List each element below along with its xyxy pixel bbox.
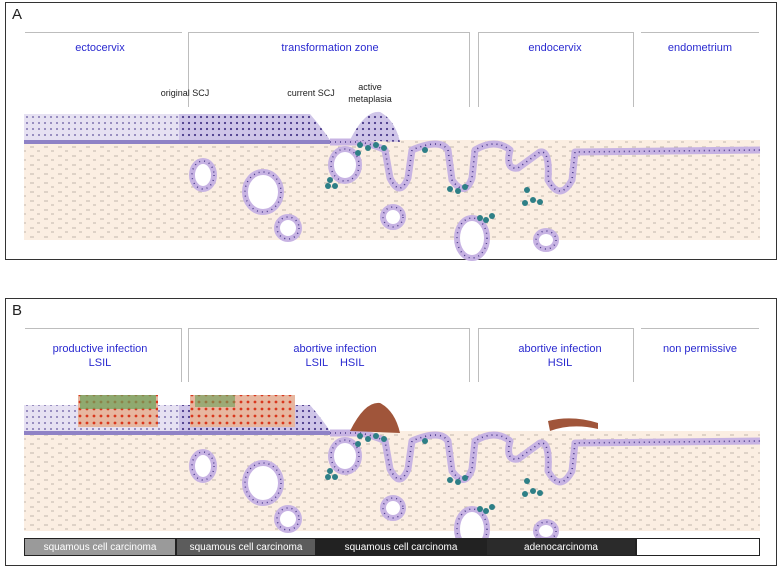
basal-layer — [24, 140, 332, 144]
region-nonpermissive: non permissive — [663, 343, 737, 355]
metaplasia-mound — [350, 402, 400, 433]
label-active-metaplasia-1: active — [358, 82, 382, 92]
reserve-cell — [489, 504, 495, 510]
reserve-cell — [332, 183, 338, 189]
gland — [328, 146, 362, 184]
ectocervix-squamous-epithelium — [24, 114, 179, 144]
transformation-zone-squamous — [179, 114, 330, 144]
cancer-bar-segment: squamous cell carcinoma — [24, 538, 176, 556]
cancer-bar-segment: squamous cell carcinoma — [176, 538, 316, 556]
region-abortive-1a: abortive infection — [293, 343, 377, 355]
reserve-cell — [325, 183, 331, 189]
reserve-cell — [447, 477, 453, 483]
hsil-green-patch — [195, 395, 235, 407]
reserve-cell — [373, 433, 379, 439]
reserve-cell — [530, 488, 536, 494]
basal-layer — [24, 431, 332, 435]
reserve-cell — [477, 506, 483, 512]
reserve-cell — [365, 145, 371, 151]
reserve-cell — [522, 200, 528, 206]
reserve-cell — [327, 177, 333, 183]
region-endocervix: endocervix — [528, 42, 582, 54]
cancer-bar-segment — [636, 538, 760, 556]
region-abortive-2a: abortive infection — [518, 343, 602, 355]
lsil-koilocytes — [80, 395, 156, 409]
gland — [328, 437, 362, 475]
reserve-cell — [537, 199, 543, 205]
reserve-cell — [325, 474, 331, 480]
gland — [454, 215, 490, 261]
reserve-cell — [357, 433, 363, 439]
cancer-bar-segment: adenocarcinoma — [486, 538, 636, 556]
label-active-metaplasia-2: metaplasia — [348, 94, 392, 104]
glandular-hsil — [548, 418, 598, 431]
label-original-scj: original SCJ — [160, 88, 210, 98]
reserve-cell — [477, 215, 483, 221]
reserve-cell — [355, 441, 361, 447]
reserve-cell — [447, 186, 453, 192]
reserve-cell — [422, 147, 428, 153]
region-abortive-1b: LSIL HSIL — [305, 357, 365, 369]
gland — [533, 228, 559, 252]
cancer-bar-segment: squamous cell carcinoma — [316, 538, 486, 556]
region-abortive-2b: HSIL — [547, 357, 573, 369]
region-productive-1: productive infection — [52, 343, 148, 355]
reserve-cell — [365, 436, 371, 442]
reserve-cell — [355, 150, 361, 156]
reserve-cell — [381, 436, 387, 442]
reserve-cell — [489, 213, 495, 219]
reserve-cell — [522, 491, 528, 497]
reserve-cell — [483, 508, 489, 514]
gland — [380, 204, 406, 230]
reserve-cell — [455, 479, 461, 485]
region-transformation-zone: transformation zone — [281, 42, 379, 54]
metaplasia-mound — [350, 111, 400, 142]
reserve-cell — [327, 468, 333, 474]
region-endometrium: endometrium — [667, 42, 733, 54]
reserve-cell — [462, 475, 468, 481]
reserve-cell — [524, 478, 530, 484]
reserve-cell — [381, 145, 387, 151]
reserve-cell — [357, 142, 363, 148]
reserve-cell — [530, 197, 536, 203]
reserve-cell — [455, 188, 461, 194]
reserve-cell — [373, 142, 379, 148]
reserve-cell — [422, 438, 428, 444]
reserve-cell — [524, 187, 530, 193]
gland — [380, 495, 406, 521]
reserve-cell — [537, 490, 543, 496]
region-productive-2: LSIL — [88, 357, 112, 369]
reserve-cell — [332, 474, 338, 480]
reserve-cell — [462, 184, 468, 190]
region-ectocervix: ectocervix — [75, 42, 125, 54]
reserve-cell — [483, 217, 489, 223]
